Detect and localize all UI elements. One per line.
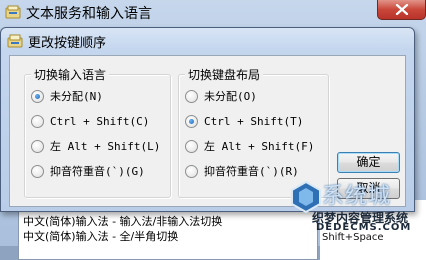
radio-button[interactable]: [185, 139, 198, 153]
radio-label: 抑音符重音(`)(R): [204, 165, 299, 178]
background-window-title: 文本服务和输入语言: [26, 6, 152, 22]
group-title: 切换键盘布局: [185, 66, 264, 83]
radio-ctrl-shift-c[interactable]: Ctrl + Shift(C): [31, 113, 149, 129]
dialog-title-bar[interactable]: 更改按键顺序: [1, 28, 414, 54]
list-item[interactable]: 中文(简体)输入法 - 全/半角切换: [23, 229, 317, 244]
keyboard-settings-icon: [7, 34, 23, 48]
app-icon: [5, 5, 21, 19]
radio-left-alt-shift-l[interactable]: 左 Alt + Shift(L): [31, 138, 160, 154]
group-title: 切换输入语言: [31, 66, 110, 83]
radio-grave-accent-g[interactable]: 抑音符重音(`)(G): [31, 163, 145, 179]
list-item[interactable]: 中文(简体)输入法 - 输入法/非输入法切换: [23, 214, 317, 229]
radio-label: 左 Alt + Shift(L): [50, 140, 161, 153]
close-icon: [395, 4, 409, 15]
radio-button[interactable]: [185, 89, 198, 103]
radio-button[interactable]: [185, 164, 198, 178]
radio-unassigned-o[interactable]: 未分配(O): [185, 88, 257, 104]
radio-button[interactable]: [31, 139, 44, 153]
radio-ctrl-shift-t[interactable]: Ctrl + Shift(T): [185, 113, 303, 129]
radio-label: 未分配(N): [50, 90, 103, 103]
radio-left-alt-shift-f[interactable]: 左 Alt + Shift(F): [185, 138, 314, 154]
ok-button[interactable]: 确定: [337, 152, 400, 173]
watermark-domain: DEDECMS.COM: [316, 222, 412, 233]
radio-unassigned-n[interactable]: 未分配(N): [31, 88, 103, 104]
radio-label: 未分配(O): [204, 90, 257, 103]
radio-button[interactable]: [31, 114, 44, 128]
radio-button[interactable]: [185, 114, 198, 128]
radio-label: 抑音符重音(`)(G): [50, 165, 145, 178]
radio-label: Ctrl + Shift(C): [50, 114, 150, 128]
watermark-title: 系统城: [322, 184, 392, 209]
dialog-title: 更改按键顺序: [28, 36, 107, 51]
radio-button[interactable]: [31, 89, 44, 103]
key-sequence-text: Shift+Space: [322, 232, 384, 243]
radio-button[interactable]: [31, 164, 44, 178]
radio-label: Ctrl + Shift(T): [204, 114, 304, 128]
input-language-group: 切换输入语言 未分配(N) Ctrl + Shift(C) 左 Alt + Sh…: [24, 66, 171, 198]
close-button[interactable]: [377, 0, 426, 20]
background-title-bar: 文本服务和输入语言: [0, 0, 426, 24]
radio-label: 左 Alt + Shift(F): [204, 140, 315, 153]
radio-grave-accent-r[interactable]: 抑音符重音(`)(R): [185, 163, 299, 179]
